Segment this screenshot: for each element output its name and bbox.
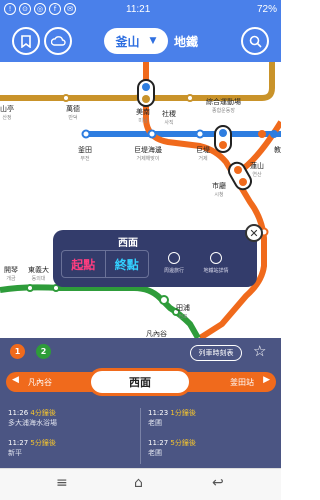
- station-label[interactable]: 田浦 전포: [176, 304, 190, 322]
- set-departure-button[interactable]: 起點: [62, 251, 106, 277]
- notification-icon: !: [4, 3, 16, 15]
- system-nav-bar: ≡ ⌂ ↩: [0, 468, 281, 500]
- station-label[interactable]: 美南 미남: [136, 108, 150, 126]
- arrival-time: 11:26: [8, 409, 29, 417]
- back-button[interactable]: ↩: [212, 475, 224, 491]
- status-bar: ! ⊙ ◎ f ✉ 11:21 72%: [0, 0, 281, 20]
- notification-icon: f: [49, 3, 61, 15]
- chevron-down-icon: ▼: [149, 36, 157, 46]
- route-buttons: 起點 終點: [61, 250, 149, 278]
- info-search-icon: [210, 252, 222, 264]
- station-label[interactable]: 東義大 동의대: [28, 266, 49, 284]
- arrival-minutes: 5分鐘後: [30, 439, 56, 447]
- home-icon: ⌂: [134, 475, 143, 491]
- city-selector[interactable]: 釜山 ▼: [104, 28, 168, 54]
- nearby-travel-button[interactable]: 周邊旅行: [157, 250, 191, 278]
- station-popup: 西面 起點 終點 周邊旅行 地鐵站詳情 ✕: [53, 224, 263, 287]
- nearby-travel-label: 周邊旅行: [163, 268, 184, 274]
- arrival-destination: 老圃: [148, 419, 162, 427]
- menu-icon: ≡: [56, 475, 68, 491]
- arrival-time: 11:27: [148, 439, 169, 447]
- city-name: 釜山: [115, 34, 140, 49]
- notification-icon: ✉: [64, 3, 76, 15]
- weather-icon: [50, 36, 66, 46]
- notification-icon: ⊙: [19, 3, 31, 15]
- arrival-time: 11:27: [8, 439, 29, 447]
- station-label[interactable]: 教: [274, 146, 281, 155]
- app-header: 釜山 ▼ 地鐵: [0, 20, 281, 62]
- subway-map[interactable]: 山亭 산정 萬德 만덕 美南 미남 社稷 사직 綜合運動場 종합운동장 釜田 부전 巨堤海邊…: [0, 62, 281, 338]
- arrival-minutes: 4分鐘後: [30, 409, 56, 417]
- station-panel: 1 2 列車時刻表 ☆ ◀ 凡內谷 釜田站 ▶ 西面 11:26 4分鐘後 多大…: [0, 338, 281, 468]
- home-button[interactable]: ⌂: [134, 475, 143, 491]
- arrival-destination: 新平: [8, 449, 22, 457]
- station-label[interactable]: 綜合運動場 종합운동장: [206, 98, 241, 116]
- status-icons: ! ⊙ ◎ f ✉: [4, 3, 76, 15]
- arrival-item: 11:23 1分鐘後 老圃: [148, 408, 278, 428]
- favorite-button[interactable]: ☆: [253, 342, 266, 360]
- arrow-right-icon: ▶: [263, 375, 270, 385]
- bookmark-button[interactable]: [12, 27, 40, 55]
- arrow-left-icon: ◀: [12, 375, 19, 385]
- arrival-item: 11:26 4分鐘後 多大浦海水浴場: [8, 408, 138, 428]
- close-icon: ✕: [249, 226, 259, 240]
- popup-station-name: 西面: [118, 238, 138, 249]
- station-label[interactable]: 巨堤 거제: [196, 146, 210, 164]
- battery-level: 72%: [256, 4, 277, 15]
- prev-station[interactable]: 凡內谷: [28, 377, 52, 388]
- arrival-minutes: 1分鐘後: [170, 409, 196, 417]
- arrival-destination: 多大浦海水浴場: [8, 419, 57, 427]
- line-2-badge[interactable]: 2: [36, 344, 51, 359]
- station-label[interactable]: 凡內谷: [146, 330, 167, 338]
- close-button[interactable]: ✕: [245, 224, 263, 242]
- notification-icon: ◎: [34, 3, 46, 15]
- weather-button[interactable]: [44, 27, 72, 55]
- station-label[interactable]: 社稷 사직: [162, 110, 176, 128]
- station-label[interactable]: 市廳 시청: [212, 182, 226, 200]
- arrival-minutes: 5分鐘後: [170, 439, 196, 447]
- menu-button[interactable]: ≡: [56, 475, 68, 491]
- back-icon: ↩: [212, 475, 224, 491]
- next-station[interactable]: 釜田站: [230, 377, 254, 388]
- clock: 11:21: [126, 4, 151, 15]
- divider: [140, 408, 141, 464]
- station-label[interactable]: 蓮山 연산: [250, 162, 264, 180]
- set-arrival-button[interactable]: 終點: [106, 251, 149, 277]
- timetable-button[interactable]: 列車時刻表: [190, 345, 242, 361]
- search-button[interactable]: [241, 27, 269, 55]
- station-label[interactable]: 巨堤海邊 거제해맞이: [134, 146, 162, 164]
- search-icon: [249, 35, 262, 48]
- current-station: 西面: [88, 368, 192, 396]
- arrival-destination: 老圃: [148, 449, 162, 457]
- arrival-item: 11:27 5分鐘後 老圃: [148, 438, 278, 458]
- station-info-button[interactable]: 地鐵站詳情: [199, 250, 233, 278]
- station-label[interactable]: 萬德 만덕: [66, 105, 80, 123]
- mode-label: 地鐵: [174, 35, 199, 49]
- station-label[interactable]: 山亭 산정: [0, 105, 14, 123]
- station-label[interactable]: 開琴 개금: [4, 266, 18, 284]
- station-label[interactable]: 釜田 부전: [78, 146, 92, 164]
- bookmark-icon: [21, 34, 31, 48]
- station-info-label: 地鐵站詳情: [203, 268, 229, 274]
- star-icon: ☆: [253, 342, 267, 360]
- location-pin-icon: [168, 252, 180, 264]
- line-1-badge[interactable]: 1: [10, 344, 25, 359]
- arrival-item: 11:27 5分鐘後 新平: [8, 438, 138, 458]
- arrival-time: 11:23: [148, 409, 169, 417]
